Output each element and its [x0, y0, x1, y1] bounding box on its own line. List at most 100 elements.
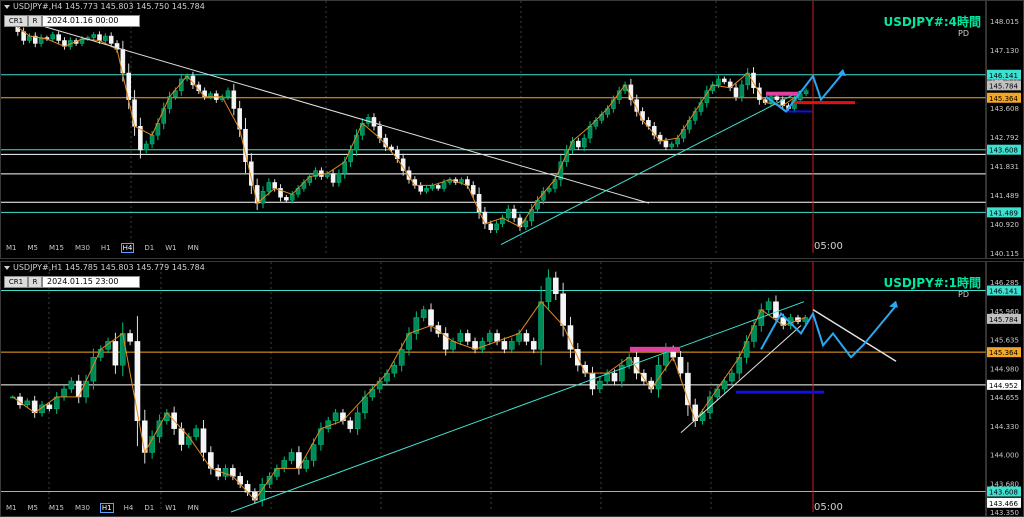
- trendline-white: [680, 325, 802, 434]
- price-tick-label: 140.920: [990, 221, 1019, 229]
- timeframe-w1[interactable]: W1: [164, 244, 177, 252]
- h1-header-text: USDJPY#,H1 145.785 145.803 145.779 145.7…: [13, 263, 205, 272]
- timeframe-m30[interactable]: M30: [74, 504, 91, 512]
- candle: [722, 78, 727, 83]
- candle: [68, 380, 75, 390]
- timeframe-m1[interactable]: M1: [5, 244, 18, 252]
- timeframe-m5[interactable]: M5: [27, 504, 40, 512]
- candle: [428, 309, 434, 326]
- timeframe-mn[interactable]: MN: [187, 244, 200, 252]
- dropdown-icon[interactable]: [4, 5, 10, 9]
- candle: [119, 333, 126, 366]
- candle: [398, 349, 405, 366]
- candle: [751, 325, 757, 342]
- candle: [266, 182, 272, 192]
- dropdown-icon[interactable]: [4, 266, 10, 270]
- candle: [774, 96, 780, 100]
- candle: [733, 87, 739, 97]
- candle: [675, 137, 680, 145]
- chart-title: USDJPY#:1時間: [883, 276, 981, 290]
- timeframe-m5[interactable]: M5: [27, 244, 40, 252]
- timeframe-bar: M1 M5 M15 M30 H1 H4 D1 W1 MN: [5, 503, 209, 513]
- candle: [470, 185, 476, 195]
- h4-header-text: USDJPY#,H4 145.773 145.803 145.750 145.7…: [13, 2, 205, 11]
- candle: [237, 476, 244, 485]
- r-button[interactable]: R: [28, 276, 42, 288]
- candle: [657, 134, 663, 142]
- timeframe-m15[interactable]: M15: [48, 504, 65, 512]
- time-label: 05:00: [814, 241, 843, 252]
- pd-label: PD: [958, 29, 969, 38]
- zone-blue: [736, 390, 824, 394]
- candle: [225, 90, 231, 97]
- candle: [75, 380, 82, 398]
- candle: [482, 211, 488, 225]
- price-tag-label: 143.608: [989, 147, 1018, 155]
- candle: [560, 293, 566, 326]
- candle: [254, 185, 260, 204]
- h1-header: USDJPY#,H1 145.785 145.803 145.779 145.7…: [4, 263, 205, 272]
- price-tick-label: 148.015: [990, 18, 1019, 26]
- timeframe-h4[interactable]: H4: [120, 243, 135, 253]
- candle: [50, 34, 56, 40]
- timeframe-d1[interactable]: D1: [143, 244, 155, 252]
- cr-button[interactable]: CR1: [4, 276, 28, 288]
- candle: [202, 90, 207, 97]
- candle: [655, 364, 662, 390]
- candle: [143, 143, 149, 151]
- candle: [765, 301, 772, 310]
- candle: [739, 84, 745, 97]
- timeframe-w1[interactable]: W1: [164, 504, 177, 512]
- candle: [231, 90, 237, 109]
- candle: [803, 90, 809, 94]
- price-tag-label: 145.364: [989, 95, 1018, 103]
- timeframe-m1[interactable]: M1: [5, 504, 18, 512]
- candle: [288, 452, 295, 461]
- candle: [716, 78, 721, 86]
- timeframe-mn[interactable]: MN: [187, 504, 200, 512]
- candle: [581, 137, 587, 148]
- candle: [284, 196, 289, 201]
- candle: [669, 143, 675, 148]
- candle: [459, 179, 464, 183]
- timeframe-h1[interactable]: H1: [100, 244, 112, 252]
- candle: [441, 182, 447, 189]
- price-tick-label: 144.000: [990, 452, 1019, 460]
- timeframe-h4[interactable]: H4: [123, 504, 135, 512]
- candle: [721, 380, 728, 390]
- candle: [230, 468, 236, 477]
- candle: [597, 380, 603, 390]
- cr-button[interactable]: CR1: [4, 15, 28, 27]
- price-tag-label: 141.489: [989, 209, 1018, 217]
- candle: [354, 134, 359, 151]
- candle: [243, 128, 248, 163]
- candle: [83, 380, 89, 398]
- timeframe-h1[interactable]: H1: [99, 503, 114, 513]
- date-box[interactable]: 2024.01.16 00:00: [42, 15, 140, 27]
- date-box[interactable]: 2024.01.15 23:00: [42, 276, 140, 288]
- candle: [274, 468, 280, 477]
- timeframe-m30[interactable]: M30: [74, 244, 91, 252]
- candle: [488, 223, 494, 231]
- candle: [347, 420, 354, 429]
- timeframe-bar: M1 M5 M15 M30 H1 H4 D1 W1 MN: [5, 243, 209, 253]
- candle: [46, 404, 53, 410]
- candle: [132, 99, 137, 127]
- candle: [134, 341, 141, 421]
- candle: [511, 208, 517, 219]
- timeframe-m15[interactable]: M15: [48, 244, 65, 252]
- candle: [193, 428, 199, 437]
- candle: [640, 111, 645, 121]
- price-tick-label: 143.350: [990, 509, 1019, 516]
- candle: [391, 364, 398, 374]
- price-tag-label: 146.141: [989, 72, 1018, 80]
- candle: [281, 460, 288, 469]
- price-tick-label: 147.130: [990, 47, 1019, 55]
- price-tick-label: 141.831: [990, 163, 1019, 171]
- candle: [663, 140, 669, 148]
- candle: [479, 341, 486, 350]
- timeframe-d1[interactable]: D1: [143, 504, 155, 512]
- zigzag-line: [11, 22, 801, 228]
- pd-label: PD: [958, 290, 969, 299]
- r-button[interactable]: R: [28, 15, 42, 27]
